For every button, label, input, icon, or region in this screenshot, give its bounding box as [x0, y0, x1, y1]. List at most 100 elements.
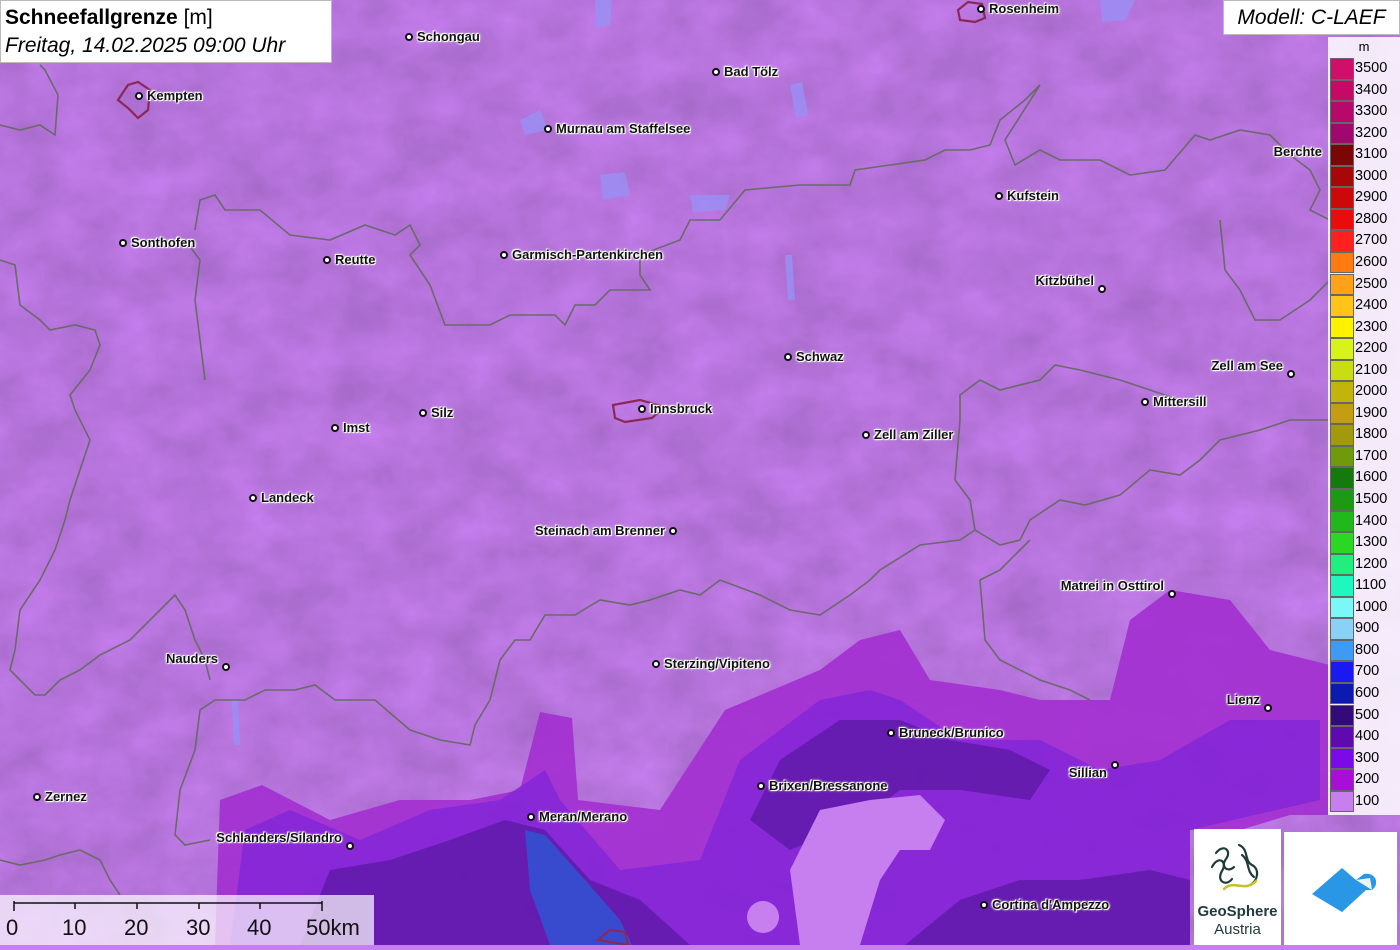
legend-swatch [1330, 187, 1354, 209]
geosphere-emblem-icon [1210, 843, 1259, 891]
legend-label: 2200 [1355, 340, 1388, 357]
city-label: Brixen/Bressanone [769, 778, 888, 793]
city-label: Rosenheim [989, 1, 1060, 16]
city-dot[interactable] [544, 125, 552, 133]
city-dot[interactable] [249, 494, 257, 502]
legend-label: 2900 [1355, 189, 1388, 206]
city-dot[interactable] [1168, 590, 1176, 598]
legend-swatch [1330, 769, 1354, 791]
city-dot[interactable] [977, 5, 985, 13]
city-label: Lienz [1226, 692, 1260, 707]
city-dot[interactable] [1287, 370, 1295, 378]
city-dot[interactable] [119, 239, 127, 247]
city-dot[interactable] [527, 813, 535, 821]
city-label: Imst [343, 420, 370, 435]
city-label: Zell am See [1211, 358, 1283, 373]
scale-bar: 0 10 20 30 40 50km [0, 895, 374, 945]
city-dot[interactable] [135, 92, 143, 100]
scale-tick-50km: 50km [306, 915, 360, 940]
city-dot[interactable] [638, 405, 646, 413]
city-label: Sillian [1068, 765, 1107, 780]
city-label: Kufstein [1007, 188, 1059, 203]
legend-label: 3300 [1355, 103, 1388, 120]
scale-tick-40: 40 [247, 915, 272, 940]
partner-logo[interactable] [1284, 832, 1397, 945]
legend-swatch [1330, 122, 1354, 145]
city-dot[interactable] [1111, 761, 1119, 769]
city-dot[interactable] [1098, 285, 1106, 293]
legend-swatch [1330, 790, 1354, 813]
city-dot[interactable] [331, 424, 339, 432]
legend-swatch [1330, 467, 1354, 489]
legend-swatch [1330, 338, 1354, 360]
map-title: Schneefallgrenze [m] [5, 4, 327, 32]
legend-swatch [1330, 402, 1354, 425]
legend-swatch [1330, 532, 1354, 554]
city-label: Landeck [261, 490, 314, 505]
city-label: Sonthofen [131, 235, 196, 250]
forecast-timestamp: Freitag, 14.02.2025 09:00 Uhr [5, 34, 286, 57]
city-dot[interactable] [500, 251, 508, 259]
legend-swatch [1330, 359, 1354, 382]
city-dot[interactable] [323, 256, 331, 264]
legend-swatch [1330, 489, 1354, 511]
color-legend: m 3500 3400 3300 3200 3100 3000 2900 2800 2700 26… [1328, 37, 1400, 815]
legend-swatch [1330, 316, 1354, 339]
city-dot[interactable] [419, 409, 427, 417]
legend-swatch [1330, 295, 1354, 317]
city-dot[interactable] [862, 431, 870, 439]
legend-label: 2100 [1355, 361, 1388, 378]
city-dot[interactable] [405, 33, 413, 41]
legend-swatch [1330, 79, 1354, 102]
legend-swatch [1330, 230, 1354, 252]
city-dot[interactable] [222, 663, 230, 671]
legend-label: 3000 [1355, 167, 1388, 184]
city-dot[interactable] [652, 660, 660, 668]
city-dot[interactable] [980, 901, 988, 909]
city-label: Steinach am Brenner [534, 523, 665, 538]
city-label: Kempten [147, 88, 203, 103]
city-label: Zell am Ziller [874, 427, 954, 442]
legend-swatch [1330, 596, 1354, 619]
city-dot[interactable] [757, 782, 765, 790]
city-label: Schlanders/Silandro [216, 830, 342, 845]
legend-swatch [1330, 618, 1354, 640]
geosphere-country: Austria [1214, 921, 1261, 938]
snowline-map[interactable] [0, 0, 1400, 945]
geosphere-logo[interactable]: GeoSphere Austria [1194, 829, 1281, 945]
city-label: Nauders [165, 651, 218, 666]
legend-swatch [1330, 165, 1354, 188]
legend-label: 2700 [1355, 232, 1388, 249]
legend-swatch [1330, 273, 1354, 295]
legend-swatch [1330, 553, 1354, 576]
city-dot[interactable] [887, 729, 895, 737]
city-label: Mittersill [1153, 394, 1207, 409]
legend-label: 2600 [1355, 253, 1388, 270]
legend-label: 1500 [1355, 491, 1388, 507]
legend-label: 3500 [1355, 60, 1388, 76]
legend-label: 800 [1355, 641, 1380, 658]
city-dot[interactable] [995, 192, 1003, 200]
city-dot[interactable] [712, 68, 720, 76]
legend-swatch [1330, 747, 1354, 770]
city-label: Cortina d'Ampezzo [992, 897, 1110, 912]
legend-swatch [1330, 445, 1354, 468]
map-title-box: Schneefallgrenze [m] Freitag, 14.02.2025… [0, 0, 332, 63]
legend-swatch [1330, 58, 1354, 80]
legend-swatch [1330, 381, 1354, 403]
city-dot[interactable] [1264, 704, 1272, 712]
city-dot[interactable] [33, 793, 41, 801]
city-dot[interactable] [669, 527, 677, 535]
map-title-main: Schneefallgrenze [5, 6, 178, 29]
legend-label: 100 [1355, 792, 1380, 809]
legend-label: 2500 [1355, 275, 1388, 292]
legend-label: 300 [1355, 749, 1380, 766]
city-dot[interactable] [784, 353, 792, 361]
city-dot[interactable] [346, 842, 354, 850]
legend-label: 1200 [1355, 555, 1388, 572]
scale-tick-10: 10 [62, 915, 87, 940]
city-dot[interactable] [1141, 398, 1149, 406]
city-label: Berchte [1273, 144, 1322, 159]
legend-label: 3200 [1355, 124, 1388, 141]
legend-label: 600 [1355, 684, 1380, 701]
